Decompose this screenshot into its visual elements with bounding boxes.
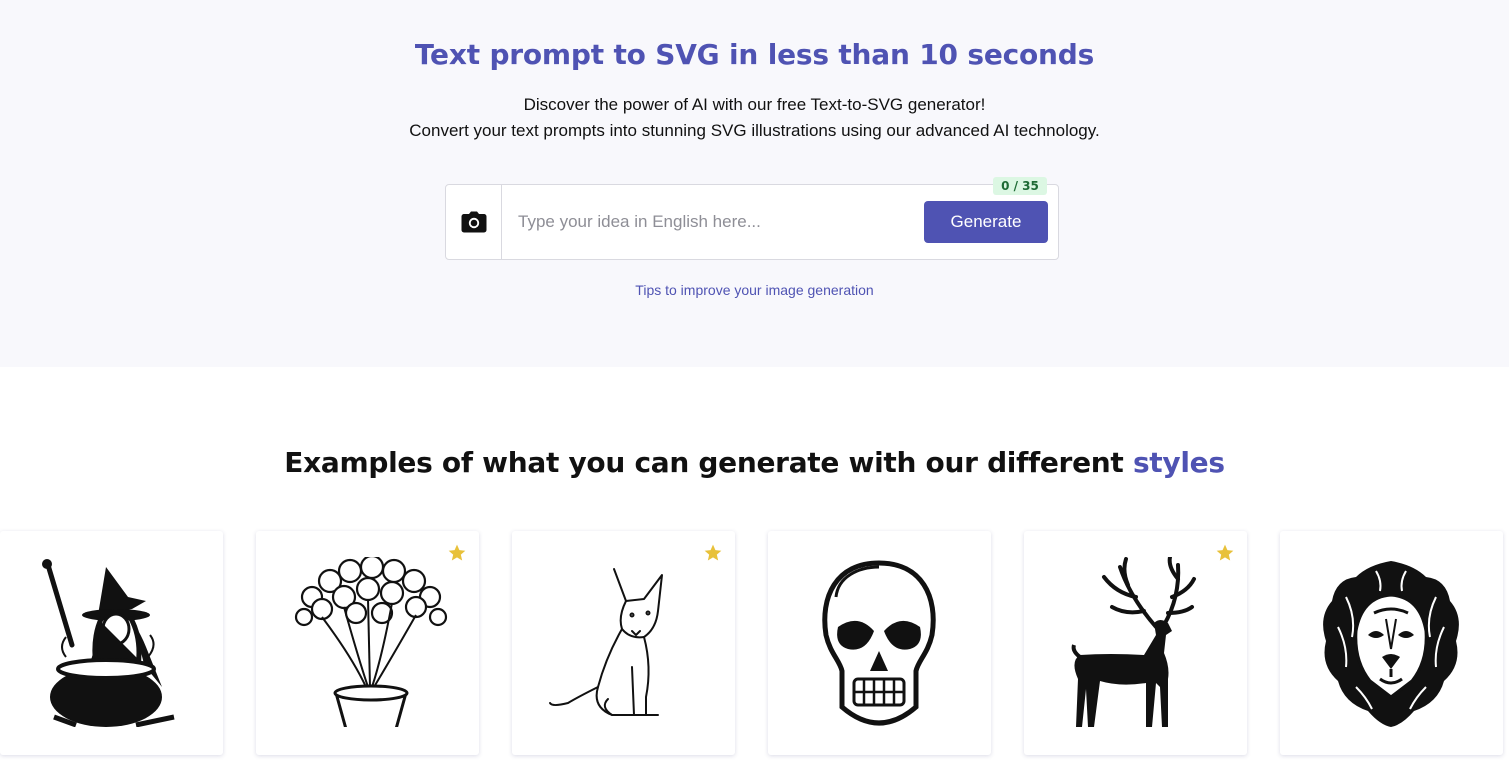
example-card-dog[interactable] [512,531,735,755]
generate-button[interactable]: Generate [924,201,1048,243]
image-upload-button[interactable] [446,185,502,259]
star-icon [1216,544,1234,561]
star-icon [448,544,466,561]
star-icon [704,544,722,561]
tips-link[interactable]: Tips to improve your image generation [0,282,1509,298]
prompt-input[interactable] [518,203,918,241]
lion-illustration [1323,561,1459,727]
dog-illustration [549,568,663,716]
character-counter-badge: 0 / 35 [993,177,1047,195]
examples-title-main: Examples of what you can generate with o… [284,446,1133,479]
example-card-flowers[interactable] [256,531,479,755]
skull-illustration [822,560,936,726]
flowers-illustration [294,557,448,727]
deer-illustration [1071,557,1196,727]
witch-illustration [42,559,175,727]
example-card-deer[interactable] [1024,531,1247,755]
prompt-box: Generate 0 / 35 [445,177,1059,260]
example-card-skull[interactable] [768,531,991,755]
example-card-witch[interactable] [0,531,223,755]
hero-section: Text prompt to SVG in less than 10 secon… [0,0,1509,367]
camera-icon [461,211,486,233]
example-card-lion[interactable] [1280,531,1503,755]
hero-subtitle-line1: Discover the power of AI with our free T… [523,95,986,114]
hero-title: Text prompt to SVG in less than 10 secon… [414,38,1095,71]
examples-title: Examples of what you can generate with o… [0,446,1509,479]
hero-subtitle-line2: Convert your text prompts into stunning … [409,121,1100,140]
examples-title-accent: styles [1132,446,1225,479]
